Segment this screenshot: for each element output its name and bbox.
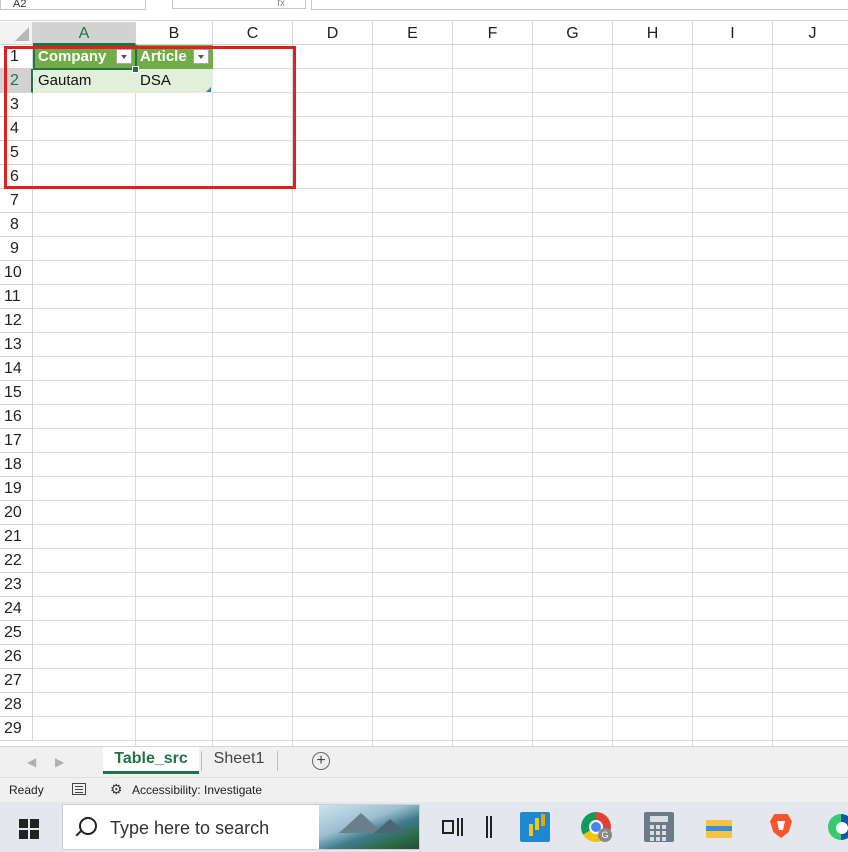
grid-line — [33, 452, 848, 453]
grid-line — [33, 404, 848, 405]
grid-line — [33, 692, 848, 693]
file-explorer-icon[interactable] — [704, 812, 734, 842]
brave-browser-icon[interactable] — [766, 812, 796, 842]
grid-line — [33, 428, 848, 429]
grid-line — [33, 332, 848, 333]
search-highlight-image — [319, 805, 419, 849]
grid-line — [33, 548, 848, 549]
task-view-icon[interactable] — [438, 812, 468, 842]
grid-line — [33, 668, 848, 669]
column-header-h[interactable]: H — [613, 22, 693, 45]
column-header-c[interactable]: C — [213, 22, 293, 45]
grid-line — [33, 476, 848, 477]
row-header[interactable]: 18 — [0, 453, 33, 477]
row-header[interactable]: 17 — [0, 429, 33, 453]
column-header-i[interactable]: I — [693, 22, 773, 45]
power-bi-icon[interactable] — [520, 812, 550, 842]
grid-line — [33, 620, 848, 621]
row-header[interactable]: 8 — [0, 213, 33, 237]
taskbar-search-box[interactable]: Type here to search — [62, 804, 420, 850]
status-bar: Ready ⚙ Accessibility: Investigate — [0, 777, 848, 803]
column-header-j[interactable]: J — [773, 22, 848, 45]
grid-line — [33, 644, 848, 645]
column-header-a[interactable]: A — [33, 22, 136, 45]
formula-bar: A2 fx — [0, 0, 848, 21]
grid-line — [33, 740, 848, 741]
formula-input[interactable] — [311, 0, 848, 10]
grid-line — [33, 308, 848, 309]
row-header[interactable]: 11 — [0, 285, 33, 309]
edge-icon[interactable] — [826, 812, 848, 842]
grid-line — [33, 236, 848, 237]
windows-taskbar: Type here to search — [0, 802, 848, 852]
row-header[interactable]: 21 — [0, 525, 33, 549]
grid-line — [33, 500, 848, 501]
row-header[interactable]: 27 — [0, 669, 33, 693]
row-header[interactable]: 12 — [0, 309, 33, 333]
row-header[interactable]: 22 — [0, 549, 33, 573]
name-box[interactable]: A2 — [0, 0, 146, 10]
highlight-box — [4, 46, 296, 189]
status-ready: Ready — [9, 783, 44, 797]
sheet-tab-bar: ◀ ▶ Table_src Sheet1 + — [0, 746, 848, 777]
windows-start-icon[interactable] — [19, 819, 39, 839]
sheet-tab-sheet1[interactable]: Sheet1 — [203, 747, 275, 774]
grid-line — [33, 260, 848, 261]
row-header[interactable]: 24 — [0, 597, 33, 621]
row-header[interactable]: 14 — [0, 357, 33, 381]
column-header-d[interactable]: D — [293, 22, 373, 45]
grid-line — [33, 284, 848, 285]
grid-line — [452, 45, 453, 746]
prev-sheet-icon[interactable]: ◀ — [27, 755, 36, 769]
column-header-b[interactable]: B — [136, 22, 213, 45]
grid-line — [372, 45, 373, 746]
row-header[interactable]: 13 — [0, 333, 33, 357]
fx-icon[interactable]: fx — [172, 0, 306, 9]
row-header[interactable]: 9 — [0, 237, 33, 261]
row-header[interactable]: 7 — [0, 189, 33, 213]
grid-line — [33, 596, 848, 597]
grid-line — [692, 45, 693, 746]
search-icon — [79, 817, 97, 835]
widgets-icon[interactable] — [480, 812, 510, 842]
sheet-tab-table-src[interactable]: Table_src — [103, 747, 199, 774]
grid-line — [33, 572, 848, 573]
spreadsheet-grid[interactable]: A B C D E F G H I J 1 2 3 4 5 6 7 8 9 10… — [0, 22, 848, 746]
row-header[interactable]: 10 — [0, 261, 33, 285]
row-header[interactable]: 23 — [0, 573, 33, 597]
row-header[interactable]: 25 — [0, 621, 33, 645]
grid-line — [532, 45, 533, 746]
column-header-e[interactable]: E — [373, 22, 453, 45]
row-header[interactable]: 15 — [0, 381, 33, 405]
grid-line — [33, 356, 848, 357]
row-header[interactable]: 29 — [0, 717, 33, 741]
calculator-icon[interactable] — [644, 812, 674, 842]
chrome-profile-badge: G — [598, 828, 612, 842]
accessibility-icon[interactable]: ⚙ — [110, 781, 123, 798]
grid-line — [612, 45, 613, 746]
column-header-g[interactable]: G — [533, 22, 613, 45]
macro-recording-icon[interactable] — [72, 783, 86, 795]
accessibility-status[interactable]: Accessibility: Investigate — [132, 783, 262, 797]
row-header[interactable]: 16 — [0, 405, 33, 429]
row-header[interactable]: 19 — [0, 477, 33, 501]
row-header[interactable]: 26 — [0, 645, 33, 669]
row-header[interactable]: 20 — [0, 501, 33, 525]
tab-separator — [277, 751, 278, 771]
search-placeholder: Type here to search — [110, 818, 270, 838]
grid-line — [772, 45, 773, 746]
next-sheet-icon[interactable]: ▶ — [55, 755, 64, 769]
row-header[interactable]: 28 — [0, 693, 33, 717]
grid-line — [33, 716, 848, 717]
select-all-corner[interactable] — [0, 22, 33, 45]
grid-line — [33, 212, 848, 213]
grid-line — [33, 380, 848, 381]
grid-line — [33, 524, 848, 525]
column-header-f[interactable]: F — [453, 22, 533, 45]
add-sheet-button[interactable]: + — [312, 752, 330, 770]
tab-separator — [201, 751, 202, 771]
